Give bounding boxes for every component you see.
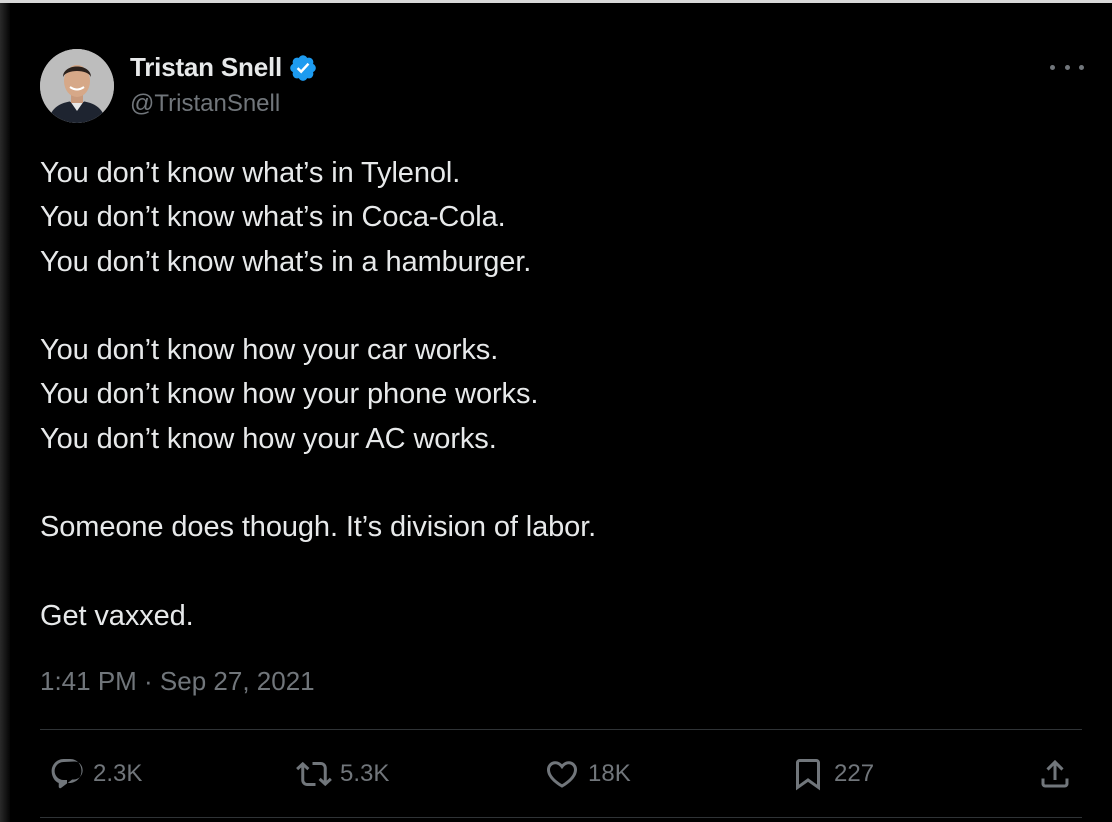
tweet-card: Tristan Snell @TristanSnell You don’t kn… [0,0,1112,822]
author-name-row: Tristan Snell [130,52,318,83]
avatar-portrait-icon [40,49,114,123]
share-icon [1041,759,1069,788]
heart-icon [546,761,578,788]
divider [40,729,1082,730]
tweet-line: You don’t know how your phone works. [40,378,539,411]
more-dot [1064,64,1070,70]
reply-count: 2.3K [93,760,143,787]
author-display-name[interactable]: Tristan Snell [130,52,282,83]
screenshot-frame: Tristan Snell @TristanSnell You don’t kn… [0,0,1112,822]
author-handle[interactable]: @TristanSnell [130,90,280,118]
tweet-timestamp[interactable]: 1:41 PM · Sep 27, 2021 [40,666,315,697]
more-dot [1079,64,1084,70]
bookmark-button[interactable]: 227 [790,752,874,796]
like-button[interactable]: 18K [544,752,631,796]
repost-button[interactable]: 5.3K [296,752,389,796]
tweet-line: You don’t know what’s in Tylenol. [40,157,461,189]
tweet-text: You don’t know what’s in Tylenol. You do… [40,151,1070,638]
more-icon[interactable] [1050,58,1084,76]
share-button[interactable] [1037,752,1073,796]
tweet-line: You don’t know what’s in a hamburger. [40,245,532,278]
reply-button[interactable]: 2.3K [49,752,142,796]
tweet-line: You don’t know how your AC works. [40,422,497,455]
verified-badge-icon[interactable] [288,53,318,83]
tweet-line: Someone does though. It’s division of la… [40,511,597,544]
bookmark-count: 227 [834,760,875,787]
tweet-line: Get vaxxed. [40,599,194,632]
repost-count: 5.3K [340,760,390,787]
action-bar: 2.3K 5.3K 18K 227 [0,752,1112,796]
more-dot [1050,64,1055,70]
avatar[interactable] [40,49,114,123]
repost-icon [296,761,332,787]
divider [40,817,1082,818]
bookmark-icon [796,759,820,791]
tweet-line: You don’t know what’s in Coca-Cola. [40,201,506,234]
tweet-line: You don’t know how your car works. [40,334,499,367]
reply-icon [51,759,83,789]
like-count: 18K [588,760,631,787]
